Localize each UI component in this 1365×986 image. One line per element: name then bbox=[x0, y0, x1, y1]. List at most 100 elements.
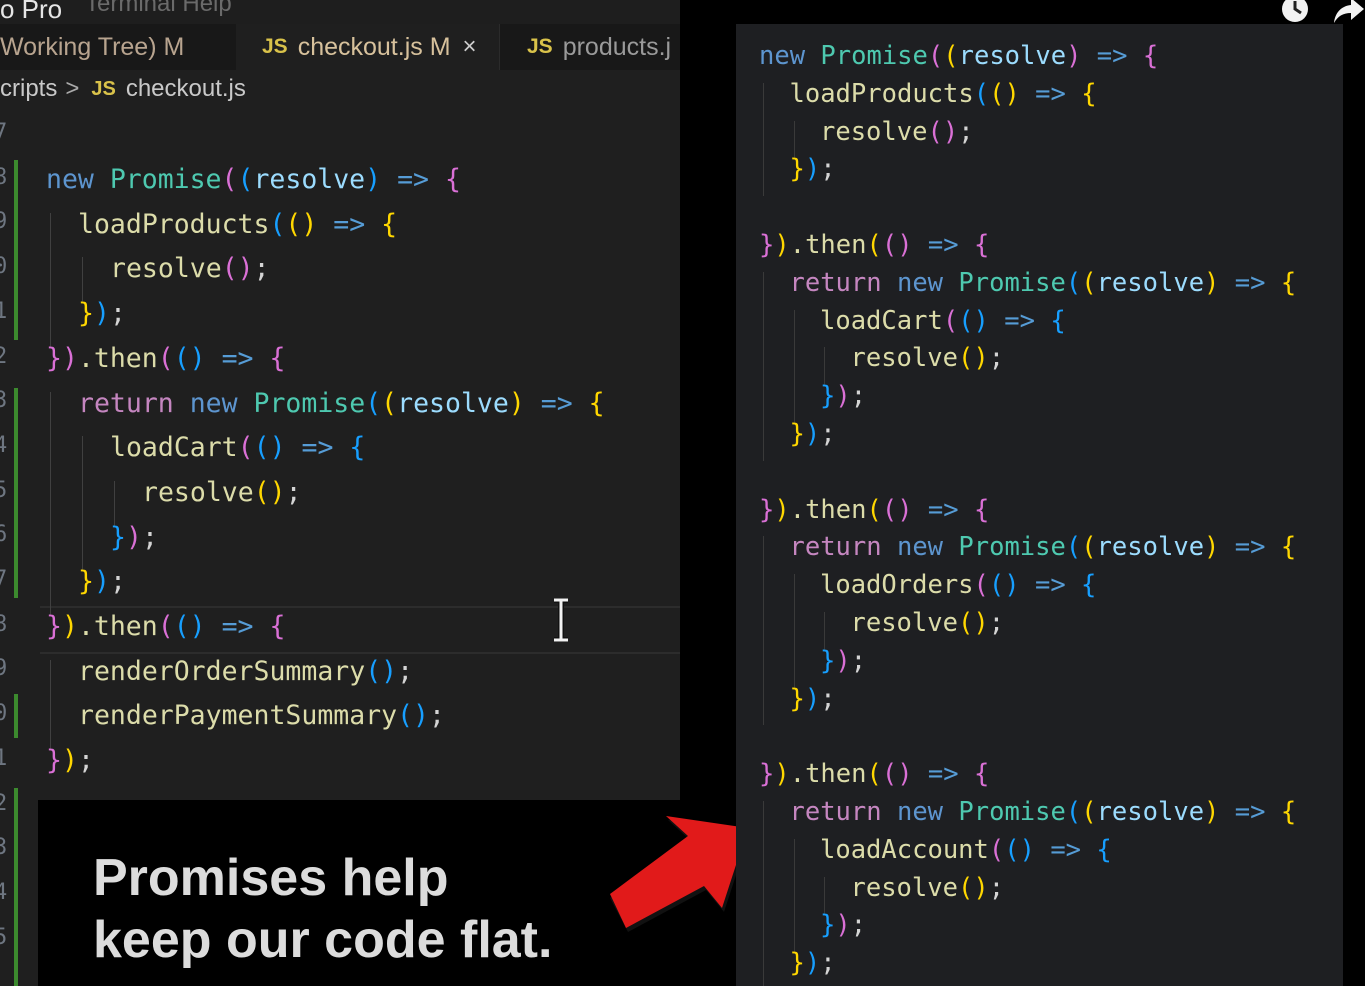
indent-guide bbox=[82, 436, 83, 481]
code-token: ; bbox=[820, 419, 836, 449]
code-token: ; bbox=[850, 381, 867, 412]
code-token: { bbox=[349, 432, 366, 464]
code-token: return bbox=[78, 387, 190, 419]
indent-guide bbox=[793, 838, 795, 877]
code-line: }); bbox=[790, 419, 836, 449]
code-token: ) bbox=[835, 910, 851, 941]
code-token: ( bbox=[973, 570, 989, 601]
indent-guide bbox=[763, 347, 764, 386]
indent-guide bbox=[763, 385, 764, 423]
code-token: ) bbox=[774, 230, 790, 260]
code-token: { bbox=[1142, 41, 1159, 71]
code-token: { bbox=[588, 387, 605, 419]
code-token: new bbox=[759, 41, 821, 71]
chevron-right-icon: > bbox=[65, 75, 80, 102]
indent-guide bbox=[793, 347, 795, 386]
code-token: ) bbox=[774, 759, 790, 790]
code-token: { bbox=[973, 230, 990, 260]
code-token: { bbox=[381, 208, 398, 240]
code-line: return new Promise((resolve) => { bbox=[790, 268, 1297, 298]
code-token: resolve bbox=[850, 872, 958, 903]
code-line: loadProducts(() => { bbox=[790, 79, 1097, 109]
indent-guide bbox=[763, 536, 764, 575]
breadcrumb-file[interactable]: checkout.js bbox=[126, 75, 246, 103]
code-token: ; bbox=[141, 521, 158, 553]
code-token: ( bbox=[237, 164, 254, 195]
code-token: ; bbox=[820, 683, 836, 714]
code-token: ( bbox=[866, 230, 882, 260]
code-token: ( bbox=[988, 834, 1005, 865]
code-token: ) bbox=[835, 381, 851, 412]
code-token: Promise bbox=[958, 797, 1066, 827]
code-token: loadAccount bbox=[820, 834, 989, 865]
breadcrumb-folder[interactable]: cripts bbox=[0, 75, 57, 103]
line-number: 9 bbox=[0, 209, 8, 235]
code-token: => bbox=[1019, 78, 1082, 109]
code-token: } bbox=[820, 910, 836, 941]
tab-working-tree[interactable]: Working Tree) M bbox=[0, 24, 236, 70]
indent-guide bbox=[793, 612, 795, 650]
line-number: 0 bbox=[0, 701, 8, 727]
menu-bar-faded[interactable]: Terminal Help bbox=[85, 0, 232, 18]
code-line: resolve(); bbox=[851, 873, 1005, 903]
code-line: }); bbox=[790, 684, 836, 714]
code-line: loadCart(() => { bbox=[110, 432, 365, 463]
code-token: () bbox=[221, 253, 254, 285]
indent-guide bbox=[793, 914, 795, 953]
clock-icon[interactable] bbox=[1280, 0, 1312, 26]
code-token: ; bbox=[285, 476, 302, 508]
code-token: ) bbox=[774, 494, 790, 525]
code-token: ( bbox=[942, 305, 959, 336]
indent-guide bbox=[50, 570, 51, 615]
indent-guide bbox=[763, 120, 764, 159]
code-token: () bbox=[957, 343, 989, 374]
code-token: => bbox=[285, 432, 350, 464]
close-icon[interactable]: × bbox=[463, 33, 477, 61]
indent-guide bbox=[50, 436, 51, 481]
code-line: }).then(() => { bbox=[759, 495, 989, 525]
code-token: { bbox=[1096, 834, 1112, 865]
code-token: { bbox=[973, 759, 990, 790]
line-number: 5 bbox=[0, 477, 8, 503]
code-token: () bbox=[1004, 834, 1035, 865]
line-number: 3 bbox=[0, 835, 8, 861]
code-token: { bbox=[269, 611, 286, 642]
tab-products-js[interactable]: JS products.j bbox=[503, 24, 680, 70]
code-token: => bbox=[1081, 41, 1143, 71]
indent-guide bbox=[763, 952, 764, 986]
indent-guide bbox=[50, 480, 51, 526]
code-token: .then bbox=[789, 230, 867, 260]
code-token: ) bbox=[93, 566, 110, 598]
line-number: 4 bbox=[0, 432, 8, 458]
git-change-marker bbox=[14, 388, 18, 598]
code-token: ) bbox=[804, 154, 821, 185]
share-icon[interactable] bbox=[1333, 0, 1365, 26]
code-token: => bbox=[912, 230, 974, 260]
code-line: return new Promise((resolve) => { bbox=[790, 532, 1297, 562]
code-token: .then bbox=[77, 342, 158, 374]
indent-guide bbox=[824, 612, 825, 650]
code-token: ; bbox=[429, 700, 445, 732]
code-line: return new Promise((resolve) => { bbox=[78, 388, 605, 419]
code-token: () bbox=[881, 230, 913, 260]
indent-guide bbox=[82, 525, 83, 571]
tab-checkout-js[interactable]: JS checkout.js M × bbox=[236, 24, 500, 70]
code-token: loadOrders bbox=[820, 570, 974, 601]
caption-line-2: keep our code flat. bbox=[93, 911, 553, 969]
code-token: ( bbox=[221, 164, 238, 195]
code-line: }).then(() => { bbox=[759, 230, 989, 260]
code-line: new Promise((resolve) => { bbox=[46, 164, 461, 195]
code-token: ( bbox=[381, 387, 398, 419]
indent-guide bbox=[82, 257, 83, 303]
line-number: 5 bbox=[0, 924, 8, 950]
indent-guide bbox=[793, 120, 795, 159]
code-token: return bbox=[789, 532, 897, 563]
code-token: ) bbox=[61, 611, 78, 642]
code-line: renderPaymentSummary(); bbox=[78, 700, 445, 731]
code-token: renderPaymentSummary bbox=[78, 700, 398, 732]
code-line: }); bbox=[820, 910, 866, 940]
code-token: ( bbox=[157, 611, 174, 642]
title-bar: o Pro Terminal Help bbox=[0, 0, 680, 24]
code-token: loadProducts bbox=[789, 78, 974, 109]
code-token: () bbox=[927, 116, 959, 147]
